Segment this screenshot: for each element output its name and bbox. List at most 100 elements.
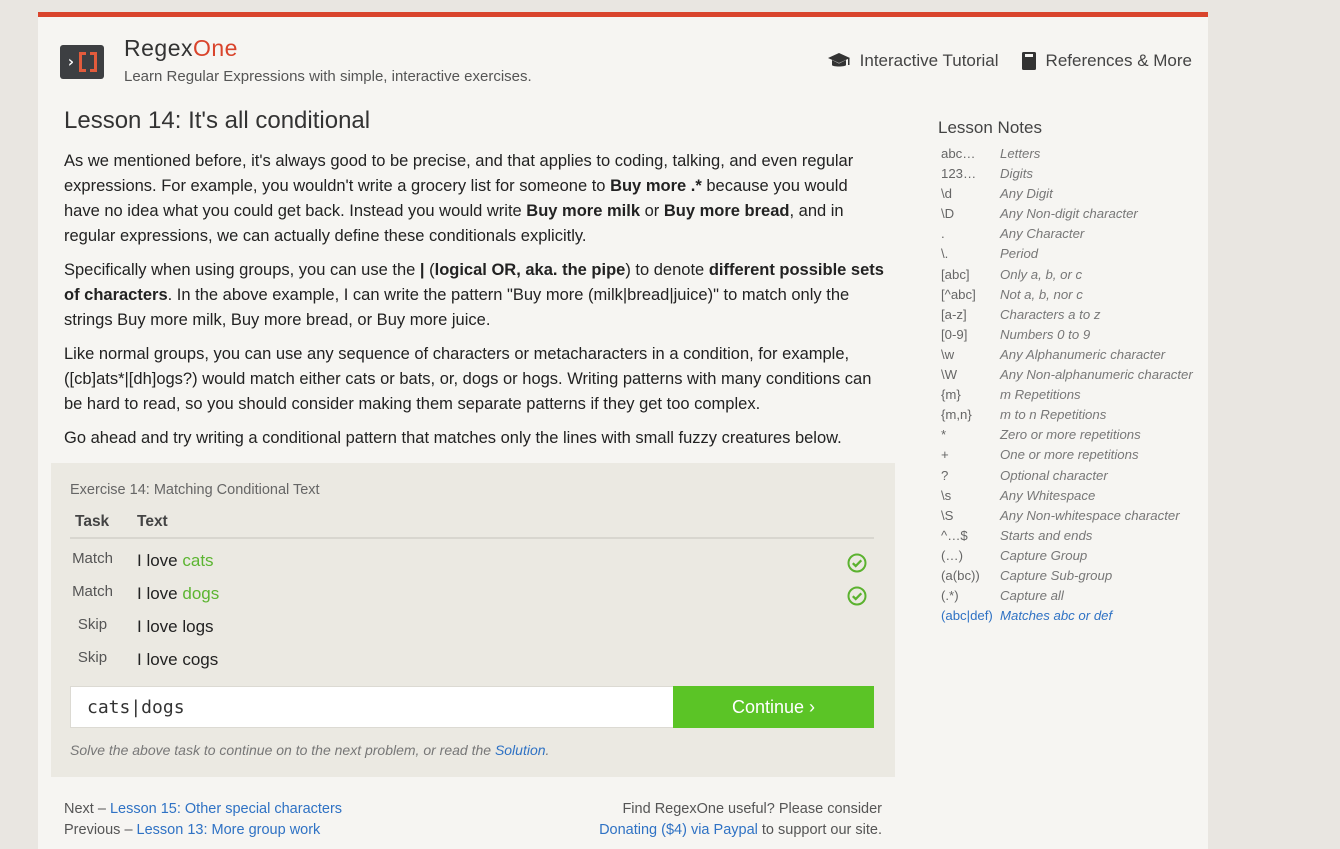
note-item: (…) Capture Group — [938, 548, 1208, 568]
note-pattern: \s — [941, 487, 952, 503]
note-item: [^abc] Not a, b, nor c — [938, 287, 1208, 307]
page-container: › RegexOne Learn Regular Expressions wit… — [38, 12, 1208, 849]
lesson-paragraph-2: Specifically when using groups, you can … — [64, 261, 884, 329]
note-description: Not a, b, nor c — [1000, 286, 1083, 302]
note-pattern: \W — [941, 367, 958, 383]
note-description: Any Non-alphanumeric character — [1000, 367, 1193, 383]
note-description: One or more repetitions — [1000, 447, 1139, 463]
task-label: Skip — [77, 649, 108, 666]
note-item: abc… Letters — [938, 146, 1208, 166]
lesson-notes: Lesson Notes abc… Letters 123… Digits \d Any … — [938, 118, 1208, 628]
note-pattern: {m,n} — [941, 407, 972, 423]
note-pattern: {m} — [941, 387, 961, 403]
check-circle-icon — [847, 586, 867, 606]
note-description: Numbers 0 to 9 — [1000, 326, 1091, 342]
table-row: Skip I love cogs — [70, 646, 874, 676]
note-description: Only a, b, or c — [1000, 266, 1083, 282]
note-pattern: ^…$ — [941, 527, 968, 543]
table-row: Match I love cats — [70, 547, 874, 577]
note-pattern: \d — [941, 186, 952, 202]
lesson-navigation: Next – Lesson 15: Other special characte… — [64, 801, 343, 838]
note-pattern: (.*) — [941, 588, 959, 604]
check-circle-icon — [847, 553, 867, 573]
note-item: 123… Digits — [938, 166, 1208, 186]
note-item: (abc|def) Matches abc or def — [938, 608, 1208, 628]
next-lesson-link[interactable]: Lesson 15: Other special characters — [110, 801, 342, 817]
exercise-panel: Exercise 14: Matching Conditional Text T… — [51, 463, 895, 777]
regexone-logo-icon[interactable]: › — [60, 45, 104, 79]
task-label: Match — [72, 583, 113, 600]
note-pattern: [^abc] — [941, 286, 976, 302]
brand-accent: One — [192, 35, 238, 61]
note-item: [0-9] Numbers 0 to 9 — [938, 327, 1208, 347]
regex-input-wrapper: Continue › — [70, 686, 874, 728]
task-text: I love dogs — [137, 584, 220, 603]
regex-input[interactable] — [71, 687, 673, 727]
note-item: (a(bc)) Capture Sub-group — [938, 568, 1208, 588]
lesson-notes-list: abc… Letters 123… Digits \d Any Digit \D Any No… — [938, 146, 1208, 628]
note-item: \S Any Non-whitespace character — [938, 508, 1208, 528]
note-item: ^…$ Starts and ends — [938, 528, 1208, 548]
note-pattern: . — [941, 226, 945, 242]
top-nav: Interactive Tutorial References & More — [827, 51, 1192, 71]
note-item: {m} m Repetitions — [938, 387, 1208, 407]
task-label: Skip — [77, 616, 108, 633]
note-pattern: (abc|def) — [941, 608, 993, 624]
note-description: Any Character — [1000, 226, 1085, 242]
note-item: \. Period — [938, 246, 1208, 266]
lesson-paragraph-1: As we mentioned before, it's always good… — [64, 152, 854, 245]
note-pattern: \D — [941, 206, 955, 222]
lesson-paragraph-3: Like normal groups, you can use any sequ… — [64, 345, 872, 413]
support-message: Find RegexOne useful? Please consider Do… — [599, 801, 882, 838]
nav-references-label: References & More — [1045, 51, 1192, 70]
note-description: Capture all — [1000, 588, 1064, 604]
note-description: Matches abc or def — [1000, 608, 1113, 624]
previous-lesson-link[interactable]: Lesson 13: More group work — [137, 822, 321, 838]
site-tagline: Learn Regular Expressions with simple, i… — [124, 68, 532, 85]
column-text: Text — [137, 513, 168, 530]
lesson-paragraph-4: Go ahead and try writing a conditional p… — [64, 429, 842, 447]
solution-link[interactable]: Solution — [495, 742, 546, 758]
note-item: \s Any Whitespace — [938, 488, 1208, 508]
note-description: Any Digit — [1000, 186, 1053, 202]
site-brand[interactable]: RegexOne — [124, 35, 238, 62]
note-description: Any Non-whitespace character — [1000, 507, 1180, 523]
note-description: m to n Repetitions — [1000, 407, 1107, 423]
note-description: Starts and ends — [1000, 527, 1093, 543]
note-item: \w Any Alphanumeric character — [938, 347, 1208, 367]
note-pattern: [a-z] — [941, 306, 967, 322]
exercise-note: Solve the above task to continue on to t… — [70, 742, 550, 758]
note-item: \d Any Digit — [938, 186, 1208, 206]
note-item: \D Any Non-digit character — [938, 206, 1208, 226]
exercise-table-header: Task Text — [70, 513, 874, 539]
note-pattern: \w — [941, 346, 955, 362]
note-item: . Any Character — [938, 226, 1208, 246]
note-item: ? Optional character — [938, 468, 1208, 488]
graduation-cap-icon — [827, 53, 850, 67]
note-pattern: (a(bc)) — [941, 567, 980, 583]
note-pattern: ? — [941, 467, 949, 483]
note-description: Digits — [1000, 166, 1033, 182]
exercise-title: Exercise 14: Matching Conditional Text — [70, 482, 320, 498]
column-task: Task — [75, 513, 110, 530]
nav-references[interactable]: References & More — [1021, 51, 1192, 71]
note-item: \W Any Non-alphanumeric character — [938, 367, 1208, 387]
brand-main: Regex — [124, 35, 193, 61]
note-item: [a-z] Characters a to z — [938, 307, 1208, 327]
lesson-content: Lesson 14: It's all conditional As we me… — [64, 107, 884, 460]
continue-button[interactable]: Continue › — [673, 686, 874, 728]
note-item: + One or more repetitions — [938, 447, 1208, 467]
note-pattern: abc… — [941, 146, 976, 161]
note-pattern: \S — [941, 507, 954, 523]
note-pattern: * — [941, 427, 947, 443]
task-text: I love logs — [137, 617, 214, 636]
note-pattern: 123… — [941, 166, 977, 182]
note-pattern: \. — [941, 246, 949, 262]
note-description: m Repetitions — [1000, 387, 1081, 403]
table-row: Skip I love logs — [70, 613, 874, 643]
lesson-notes-title: Lesson Notes — [938, 118, 1042, 137]
note-pattern: [0-9] — [941, 326, 968, 342]
nav-interactive-tutorial[interactable]: Interactive Tutorial — [827, 51, 999, 71]
donate-link[interactable]: Donating ($4) via Paypal — [599, 822, 758, 838]
note-description: Capture Group — [1000, 547, 1088, 563]
